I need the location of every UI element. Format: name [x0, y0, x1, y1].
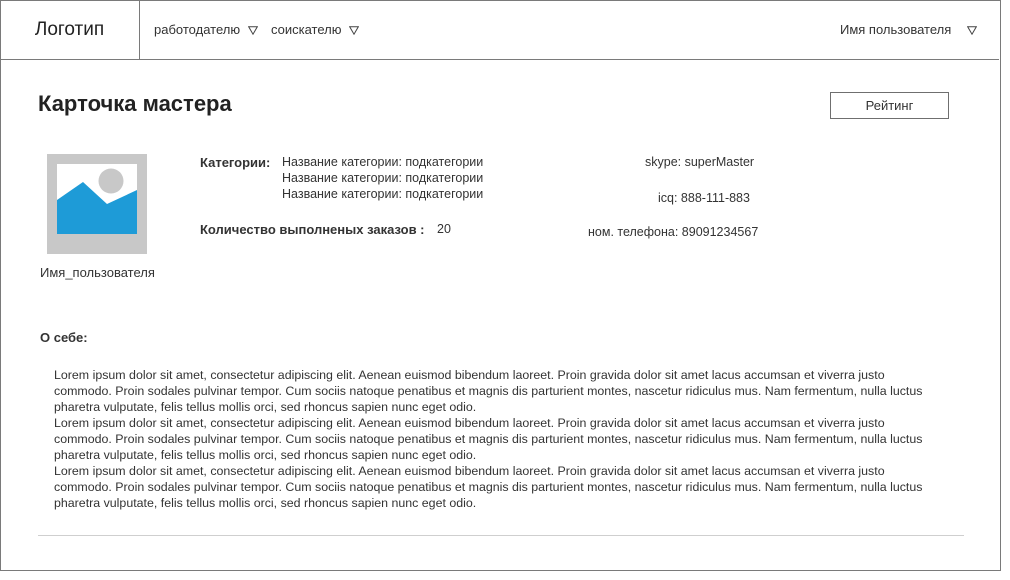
contact-icq: icq: 888-111-883	[658, 191, 750, 205]
about-label: О себе:	[40, 330, 88, 345]
chevron-down-icon	[247, 23, 258, 38]
chevron-down-icon	[348, 23, 360, 38]
nav-seeker-label: соискателю	[271, 22, 342, 37]
about-paragraph: Lorem ipsum dolor sit amet, consectetur …	[54, 368, 923, 414]
categories-label: Категории:	[200, 155, 271, 170]
divider	[38, 535, 964, 536]
logo[interactable]: Логотип	[0, 0, 140, 59]
about-text: Lorem ipsum dolor sit amet, consectetur …	[54, 367, 936, 511]
user-menu-label: Имя пользователя	[840, 22, 952, 37]
avatar	[47, 154, 147, 254]
category-item: Название категории: подкатегории	[282, 187, 484, 201]
nav-seeker-menu[interactable]: соискателю	[271, 22, 360, 38]
orders-count-label: Количество выполненых заказов :	[200, 222, 425, 237]
chevron-down-icon	[966, 23, 978, 38]
nav-employer-label: работодателю	[154, 22, 241, 37]
nav-employer-menu[interactable]: работодателю	[154, 22, 258, 38]
about-paragraph: Lorem ipsum dolor sit amet, consectetur …	[54, 464, 923, 510]
orders-count-value: 20	[437, 222, 451, 236]
rating-button[interactable]: Рейтинг	[830, 92, 949, 119]
image-placeholder-icon	[47, 154, 147, 254]
page-title: Карточка мастера	[38, 91, 232, 116]
header: Логотип работодателю соискателю Имя поль…	[0, 0, 999, 60]
category-item: Название категории: подкатегории	[282, 171, 484, 185]
about-paragraph: Lorem ipsum dolor sit amet, consectetur …	[54, 416, 923, 462]
avatar-username: Имя_пользователя	[40, 265, 155, 280]
contact-skype: skype: superMaster	[645, 155, 755, 169]
user-menu[interactable]: Имя пользователя	[840, 22, 978, 38]
category-item: Название категории: подкатегории	[282, 155, 484, 169]
contact-phone: ном. телефона: 89091234567	[588, 225, 759, 239]
